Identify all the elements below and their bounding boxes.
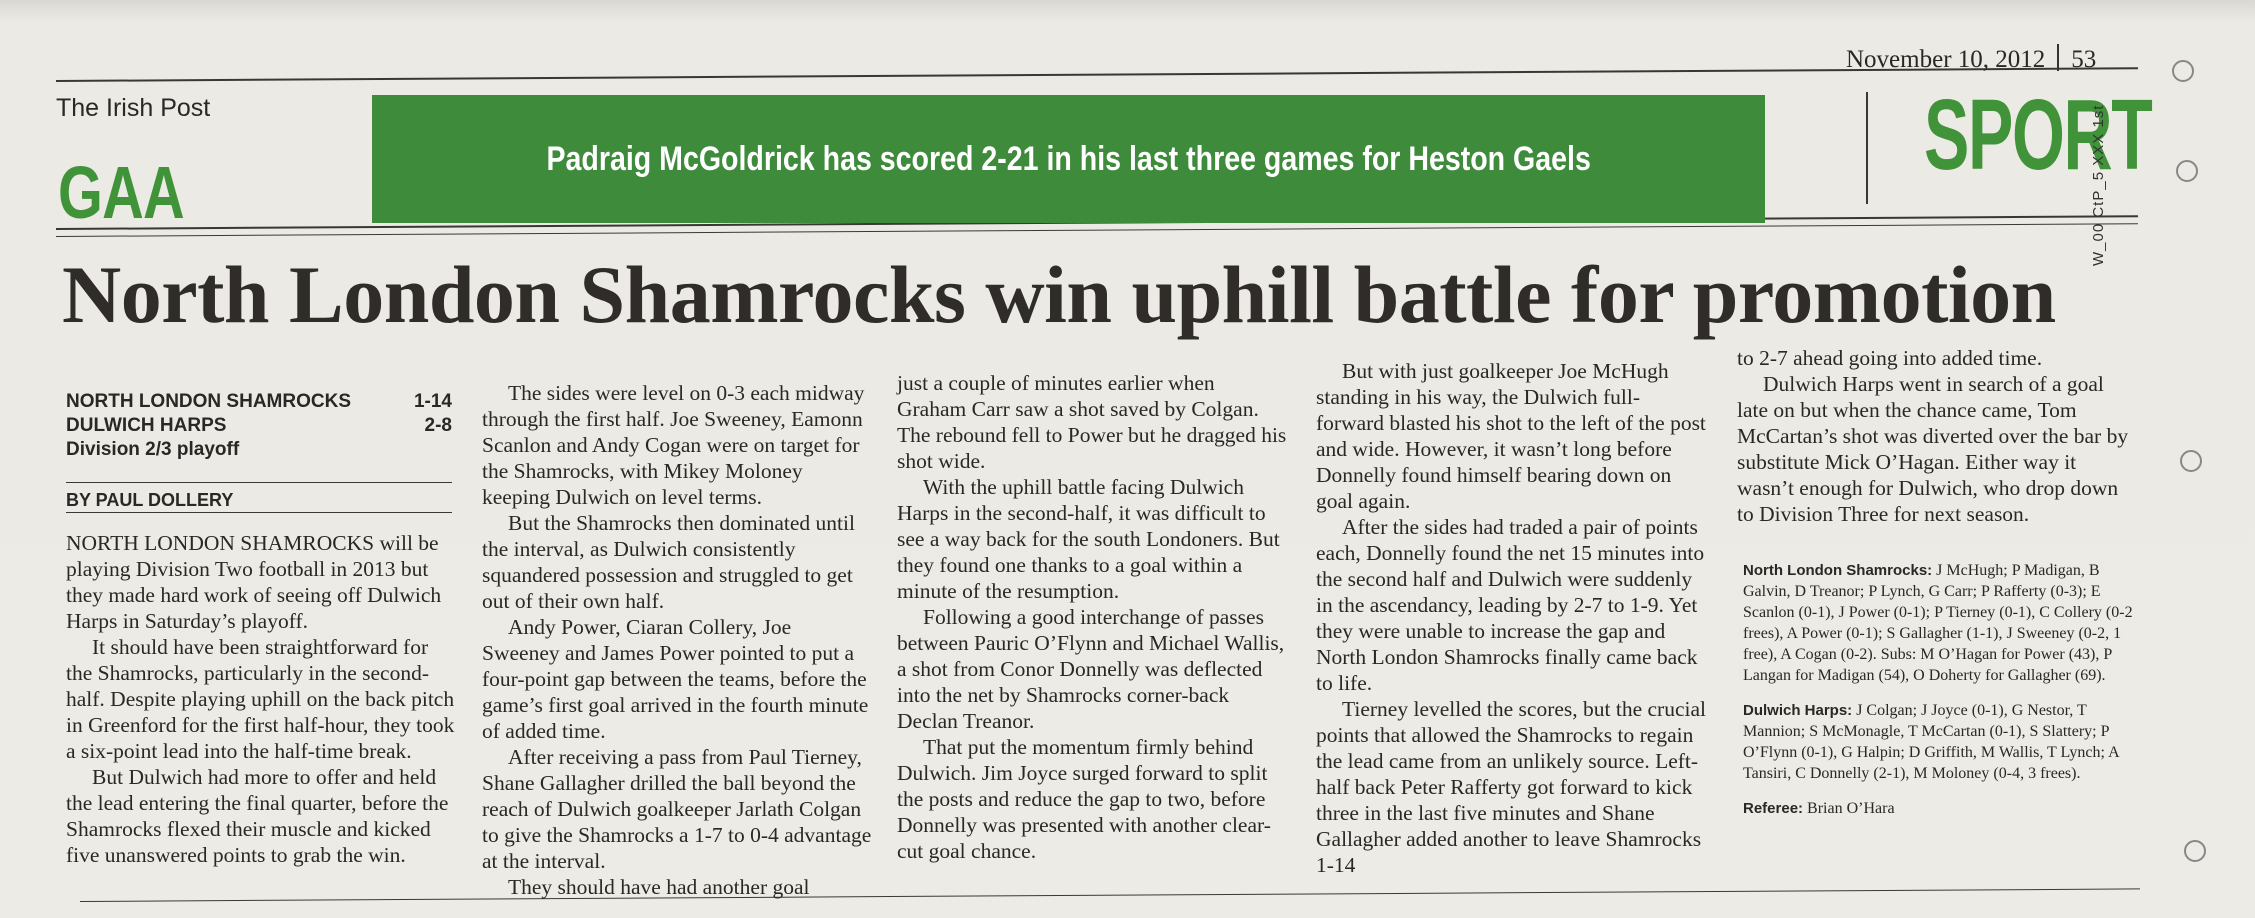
- article-column-2: The sides were level on 0-3 each midway …: [482, 380, 872, 900]
- article-column-3: just a couple of minutes earlier when Gr…: [897, 370, 1289, 864]
- paragraph: After the sides had traded a pair of poi…: [1316, 515, 1705, 695]
- promo-banner-text: Padraig McGoldrick has scored 2-21 in hi…: [546, 139, 1591, 178]
- paragraph: NORTH LONDON SHAMROCKS will be playing D…: [66, 531, 442, 633]
- team-name: DULWICH HARPS: [66, 415, 227, 436]
- byline: BY PAUL DOLLERY: [66, 490, 234, 510]
- article-column-1: NORTH LONDON SHAMROCKS will be playing D…: [66, 530, 456, 868]
- binder-hole-mark: [2184, 840, 2206, 862]
- paragraph: But the Shamrocks then dominated until t…: [482, 511, 855, 613]
- binder-hole-mark: [2172, 60, 2194, 82]
- publication-name: The Irish Post: [56, 94, 211, 122]
- paragraph: to 2-7 ahead going into added time.: [1737, 346, 2043, 370]
- binder-hole-mark: [2176, 160, 2198, 182]
- issue-date: November 10, 2012: [1846, 46, 2046, 73]
- paragraph: Tierney levelled the scores, but the cru…: [1316, 697, 1706, 877]
- team-score: 1-14: [413, 391, 452, 412]
- paragraph: That put the momentum firmly behind Dulw…: [897, 735, 1271, 863]
- referee-name: Brian O’Hara: [1807, 800, 1895, 817]
- article-column-5: to 2-7 ahead going into added time. Dulw…: [1737, 345, 2132, 527]
- paragraph: They should have had another goal: [508, 875, 810, 899]
- team-name: NORTH LONDON SHAMROCKS: [66, 391, 351, 412]
- team-lineups: North London Shamrocks: J McHugh; P Madi…: [1743, 560, 2138, 833]
- lineup-players: J McHugh; P Madigan, B Galvin, D Treanor…: [1743, 562, 2133, 684]
- lineup-label: North London Shamrocks:: [1743, 562, 1933, 579]
- team-score: 2-8: [424, 415, 452, 436]
- page-number: 53: [2071, 46, 2097, 73]
- section-label-sport: SPORT: [1924, 79, 2153, 191]
- sport-divider: [1866, 92, 1868, 204]
- binder-hole-mark: [2180, 450, 2202, 472]
- top-rule: [56, 67, 2138, 82]
- paragraph: Andy Power, Ciaran Collery, Joe Sweeney …: [482, 615, 869, 743]
- paragraph: Dulwich Harps went in search of a goal l…: [1737, 372, 2129, 526]
- dateline: November 10, 2012 53: [1846, 44, 2096, 74]
- byline-rule-top: [66, 482, 452, 483]
- lineup-away: Dulwich Harps: J Colgan; J Joyce (0-1), …: [1743, 700, 2138, 784]
- competition-name: Division 2/3 playoff: [66, 439, 240, 460]
- print-code: W_00 CtP_5 XXX 1st: [2090, 104, 2107, 266]
- newspaper-page: November 10, 2012 53 The Irish Post GAA S…: [0, 0, 2255, 918]
- score-row-home: NORTH LONDON SHAMROCKS 1-14: [66, 390, 452, 414]
- date-separator: [2057, 44, 2060, 71]
- referee-line: Referee: Brian O’Hara: [1743, 798, 2138, 819]
- article-column-4: But with just goalkeeper Joe McHugh stan…: [1316, 358, 1708, 878]
- referee-label: Referee:: [1743, 800, 1804, 817]
- lineup-home: North London Shamrocks: J McHugh; P Madi…: [1743, 560, 2138, 686]
- promo-banner: Padraig McGoldrick has scored 2-21 in hi…: [372, 95, 1765, 223]
- paragraph: But Dulwich had more to offer and held t…: [66, 765, 449, 867]
- score-row-away: DULWICH HARPS 2-8: [66, 414, 452, 438]
- paragraph: Following a good interchange of passes b…: [897, 605, 1285, 733]
- paragraph: The sides were level on 0-3 each midway …: [482, 381, 865, 509]
- paragraph: It should have been straightforward for …: [66, 635, 455, 763]
- byline-rule-bottom: [66, 512, 452, 513]
- headline: North London Shamrocks win uphill battle…: [62, 249, 2056, 340]
- scoreboard: NORTH LONDON SHAMROCKS 1-14 DULWICH HARP…: [66, 390, 452, 462]
- paragraph: With the uphill battle facing Dulwich Ha…: [897, 475, 1280, 603]
- lineup-label: Dulwich Harps:: [1743, 702, 1853, 719]
- paragraph: But with just goalkeeper Joe McHugh stan…: [1316, 359, 1706, 513]
- section-label-gaa: GAA: [58, 151, 185, 234]
- paragraph: After receiving a pass from Paul Tierney…: [482, 745, 872, 873]
- bottom-rule: [80, 888, 2140, 902]
- paragraph: just a couple of minutes earlier when Gr…: [897, 371, 1287, 473]
